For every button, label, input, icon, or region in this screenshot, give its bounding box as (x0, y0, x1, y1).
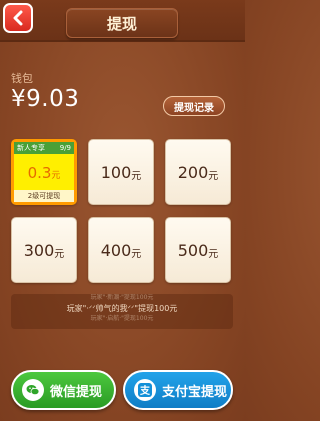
amount-unit: 元 (131, 170, 142, 182)
amount-value: 0.3 元 (28, 164, 61, 182)
amount-number: 500 (177, 240, 209, 260)
amount-option-200[interactable]: 200 元 (165, 139, 231, 205)
svg-text:支: 支 (139, 384, 151, 397)
withdraw-ticker: 玩家"·新潮·"提现100元 玩家"·ᐟᐟ帅气的我ᐟᐟ"提现100元 玩家"·启… (11, 294, 233, 329)
ticker-line: 玩家"·启航·"提现100元 (90, 315, 154, 322)
ticker-line: 玩家"·新潮·"提现100元 (90, 294, 154, 301)
amount-number: 100 (100, 162, 132, 182)
amount-option-300[interactable]: 300 元 (11, 217, 77, 283)
alipay-icon: 支 (134, 379, 156, 401)
amount-number: 400 (100, 240, 132, 260)
amount-unit: 元 (208, 248, 219, 260)
page-title: 提现 (66, 8, 178, 38)
level-requirement: 2级可提现 (14, 190, 74, 202)
amount-number: 300 (23, 240, 55, 260)
amount-unit: 元 (54, 248, 65, 260)
newcomer-badge: 新人专享 9/9 (14, 142, 74, 154)
back-button[interactable] (3, 3, 33, 33)
amount-unit: 元 (208, 170, 219, 182)
amount-unit: 元 (131, 248, 142, 260)
amount-number: 200 (177, 162, 209, 182)
alipay-withdraw-label: 支付宝提现 (162, 384, 228, 400)
newcomer-badge-label: 新人专享 (17, 144, 45, 152)
alipay-withdraw-button[interactable]: 支 支付宝提现 (123, 370, 233, 410)
balance-amount: ¥9.03 (11, 86, 80, 112)
amount-options-grid: 新人专享 9/9 0.3 元 2级可提现 100 元 200 元 300 元 400 元… (11, 139, 233, 283)
amount-option-500[interactable]: 500 元 (165, 217, 231, 283)
wechat-icon (22, 379, 44, 401)
wallet-label: 钱包 (11, 72, 33, 85)
newcomer-badge-count: 9/9 (59, 144, 71, 152)
amount-option-100[interactable]: 100 元 (88, 139, 154, 205)
amount-option-0.3[interactable]: 新人专享 9/9 0.3 元 2级可提现 (11, 139, 77, 205)
wechat-withdraw-button[interactable]: 微信提现 (11, 370, 116, 410)
wechat-withdraw-label: 微信提现 (50, 384, 103, 400)
top-bar: 提现 (0, 0, 245, 42)
amount-number: 0.3 (27, 164, 52, 182)
withdraw-history-button[interactable]: 提现记录 (163, 96, 225, 116)
ticker-line-current: 玩家"·ᐟᐟ帅气的我ᐟᐟ"提现100元 (66, 304, 178, 313)
amount-option-400[interactable]: 400 元 (88, 217, 154, 283)
amount-unit: 元 (51, 171, 61, 181)
chevron-left-icon (13, 10, 23, 26)
